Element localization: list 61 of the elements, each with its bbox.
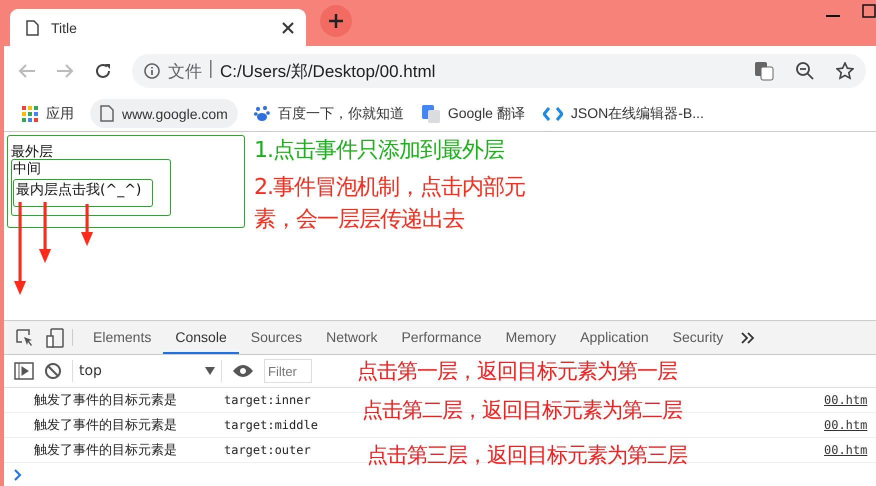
maximize-icon[interactable]: [862, 4, 876, 18]
devtools-tab[interactable]: Sources: [238, 321, 314, 354]
middle-label: 中间: [13, 161, 41, 178]
translate-icon[interactable]: [754, 61, 774, 81]
zoom-out-icon[interactable]: [796, 62, 814, 80]
close-icon[interactable]: [282, 22, 294, 34]
source-link[interactable]: 00.htm: [824, 418, 876, 432]
bookmark-item[interactable]: 应用: [20, 98, 76, 128]
sidebar-toggle-icon[interactable]: [14, 362, 34, 380]
eye-icon[interactable]: [232, 364, 254, 378]
annotation-text: 1.点击事件只添加到最外层: [254, 137, 506, 165]
bookmark-item[interactable]: 百度一下，你就知道: [252, 98, 406, 128]
annotation-text: 点击第一层，返回目标元素为第一层: [357, 358, 677, 385]
devtools-tab[interactable]: Elements: [81, 321, 164, 354]
annotation-text: 2.事件冒泡机制，点击内部元素，会一层层传递出去: [254, 174, 526, 234]
inner-label: 最内层点击我(^_^): [16, 182, 142, 199]
code-diamond-icon: [542, 106, 563, 120]
annotation-text: 点击第二层，返回目标元素为第二层: [362, 397, 682, 424]
info-icon: [144, 63, 160, 79]
browser-tab[interactable]: Title: [10, 9, 306, 46]
bookmark-item[interactable]: Google 翻译: [420, 98, 527, 128]
clear-console-icon[interactable]: [44, 362, 62, 380]
down-arrow: [39, 202, 51, 263]
down-arrow: [81, 204, 93, 246]
devtools-tab[interactable]: Network: [314, 321, 390, 354]
outer-box[interactable]: 最外层 中间 最内层点击我(^_^): [7, 135, 245, 228]
middle-box[interactable]: 中间 最内层点击我(^_^): [11, 159, 171, 216]
apps-grid-icon: [22, 106, 38, 122]
log-value: target:middle: [224, 418, 319, 432]
prompt-icon: [14, 469, 22, 481]
source-link[interactable]: 00.htm: [824, 393, 876, 407]
page-icon: [26, 20, 39, 36]
outer-label: 最外层: [11, 144, 53, 161]
inner-box[interactable]: 最内层点击我(^_^): [13, 179, 153, 207]
context-dropdown[interactable]: top: [72, 360, 222, 382]
filter-field[interactable]: Filter: [264, 359, 312, 383]
star-icon[interactable]: [836, 62, 854, 80]
devtools-tab[interactable]: Application: [568, 321, 661, 354]
bookmark-item[interactable]: www.google.com: [90, 99, 238, 128]
page-icon: [100, 105, 114, 122]
url-text: C:/Users/郑/Desktop/00.html: [220, 60, 436, 82]
address-bar[interactable]: 文件 C:/Users/郑/Desktop/00.html: [132, 54, 866, 88]
plus-icon: [329, 14, 343, 28]
annotation-text: 点击第三层，返回目标元素为第三层: [367, 442, 687, 469]
devtools-tab[interactable]: Memory: [494, 321, 568, 354]
log-message: 触发了事件的目标元素是: [34, 442, 178, 459]
devtools-tab[interactable]: Security: [660, 321, 736, 354]
dropdown-caret-icon: [205, 367, 215, 375]
log-message: 触发了事件的目标元素是: [34, 392, 178, 409]
reload-icon[interactable]: [94, 62, 112, 80]
translate-icon: [422, 104, 440, 122]
log-message: 触发了事件的目标元素是: [34, 417, 178, 434]
paw-icon: [254, 105, 270, 122]
tab-title: Title: [51, 20, 78, 36]
source-link[interactable]: 00.htm: [824, 443, 876, 457]
security-label: 文件: [168, 60, 202, 82]
bookmark-item[interactable]: JSON在线编辑器-B...: [540, 98, 706, 128]
devtools-tab[interactable]: Performance: [389, 321, 494, 354]
log-value: target:outer: [224, 443, 312, 457]
log-value: target:inner: [224, 393, 312, 407]
new-tab-button[interactable]: [320, 5, 352, 37]
